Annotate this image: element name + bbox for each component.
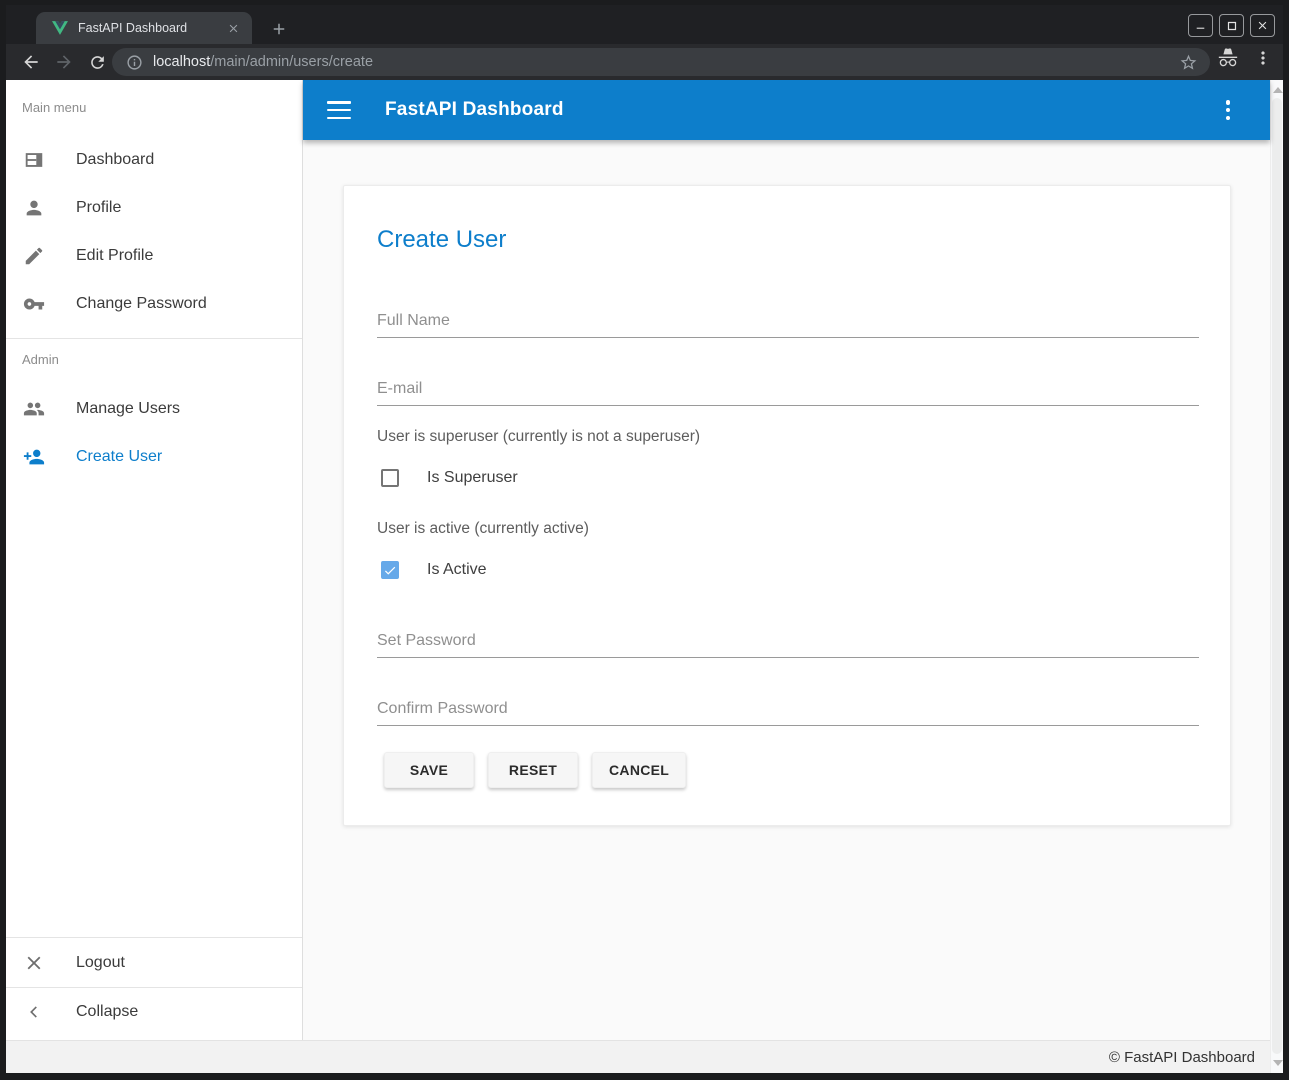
- cancel-button[interactable]: CANCEL: [592, 752, 686, 788]
- pencil-icon: [23, 245, 45, 267]
- hamburger-menu-icon[interactable]: [327, 101, 351, 119]
- close-icon: [23, 952, 45, 974]
- save-button[interactable]: SAVE: [384, 752, 474, 788]
- sidebar-divider: [6, 338, 302, 339]
- scrollbar-thumb[interactable]: [1272, 98, 1282, 1054]
- new-tab-button[interactable]: [268, 18, 290, 40]
- is-active-checkbox[interactable]: Is Active: [381, 558, 487, 582]
- active-hint: User is active (currently active): [377, 520, 589, 538]
- browser-toolbar: localhost/main/admin/users/create: [6, 44, 1283, 80]
- tab-strip: FastAPI Dashboard: [6, 5, 1283, 44]
- scroll-up-arrow-icon[interactable]: [1273, 87, 1283, 93]
- sidebar-item-create-user[interactable]: Create User: [6, 433, 302, 481]
- email-field: [377, 372, 1199, 406]
- sidebar-item-logout[interactable]: Logout: [6, 939, 302, 987]
- main-area: Create User User is superuser (currently…: [303, 140, 1270, 1040]
- is-superuser-checkbox[interactable]: Is Superuser: [381, 466, 518, 490]
- sidebar-section-main-menu: Main menu: [22, 100, 86, 115]
- incognito-icon: [1217, 47, 1239, 69]
- superuser-hint: User is superuser (currently is not a su…: [377, 428, 700, 446]
- copyright-text: © FastAPI Dashboard: [1109, 1049, 1255, 1066]
- address-bar[interactable]: localhost/main/admin/users/create: [112, 48, 1210, 76]
- browser-window: FastAPI Dashboard: [0, 0, 1289, 1080]
- browser-tab[interactable]: FastAPI Dashboard: [36, 12, 252, 44]
- sidebar-item-dashboard[interactable]: Dashboard: [6, 136, 302, 184]
- minimize-button[interactable]: [1188, 14, 1213, 37]
- full-name-input[interactable]: [377, 304, 1199, 338]
- sidebar-item-change-password[interactable]: Change Password: [6, 280, 302, 328]
- app-menu-kebab-icon[interactable]: [1216, 97, 1240, 123]
- reload-button[interactable]: [82, 47, 112, 77]
- page-footer: © FastAPI Dashboard: [6, 1040, 1270, 1073]
- browser-menu-kebab-icon[interactable]: [1253, 48, 1273, 68]
- create-user-card: Create User User is superuser (currently…: [343, 185, 1231, 826]
- tab-title: FastAPI Dashboard: [78, 21, 225, 35]
- sidebar: Main menu Dashboard Profile: [6, 80, 303, 1040]
- sidebar-section-admin: Admin: [22, 352, 59, 367]
- sidebar-divider: [6, 937, 302, 938]
- tab-close-icon[interactable]: [225, 20, 242, 37]
- form-title: Create User: [377, 226, 506, 254]
- checkbox-box-icon[interactable]: [381, 469, 399, 487]
- scroll-down-arrow-icon[interactable]: [1273, 1060, 1283, 1066]
- sidebar-item-edit-profile[interactable]: Edit Profile: [6, 232, 302, 280]
- window-controls: [1188, 14, 1275, 37]
- bookmark-star-icon[interactable]: [1179, 53, 1198, 72]
- sidebar-item-collapse[interactable]: Collapse: [6, 988, 302, 1036]
- page-content: Main menu Dashboard Profile: [6, 80, 1283, 1073]
- key-icon: [23, 293, 45, 315]
- dashboard-icon: [23, 149, 45, 171]
- form-buttons: SAVE RESET CANCEL: [384, 752, 686, 788]
- url-text: localhost/main/admin/users/create: [153, 54, 1179, 70]
- chevron-left-icon: [23, 1001, 45, 1023]
- people-icon: [23, 398, 45, 420]
- person-icon: [23, 197, 45, 219]
- checkbox-check-icon[interactable]: [381, 561, 399, 579]
- confirm-password-input[interactable]: [377, 692, 1199, 726]
- confirm-password-field: [377, 692, 1199, 726]
- set-password-input[interactable]: [377, 624, 1199, 658]
- close-window-button[interactable]: [1250, 14, 1275, 37]
- sidebar-item-profile[interactable]: Profile: [6, 184, 302, 232]
- app-title: FastAPI Dashboard: [385, 99, 564, 121]
- set-password-field: [377, 624, 1199, 658]
- maximize-button[interactable]: [1219, 14, 1244, 37]
- site-info-icon[interactable]: [126, 54, 143, 71]
- vue-logo-icon: [52, 20, 68, 36]
- vertical-scrollbar[interactable]: [1270, 80, 1283, 1073]
- sidebar-item-manage-users[interactable]: Manage Users: [6, 385, 302, 433]
- full-name-field: [377, 304, 1199, 338]
- email-input[interactable]: [377, 372, 1199, 406]
- app-header: FastAPI Dashboard: [303, 80, 1270, 140]
- person-add-icon: [23, 446, 45, 468]
- forward-button[interactable]: [49, 47, 79, 77]
- reset-button[interactable]: RESET: [488, 752, 578, 788]
- back-button[interactable]: [16, 47, 46, 77]
